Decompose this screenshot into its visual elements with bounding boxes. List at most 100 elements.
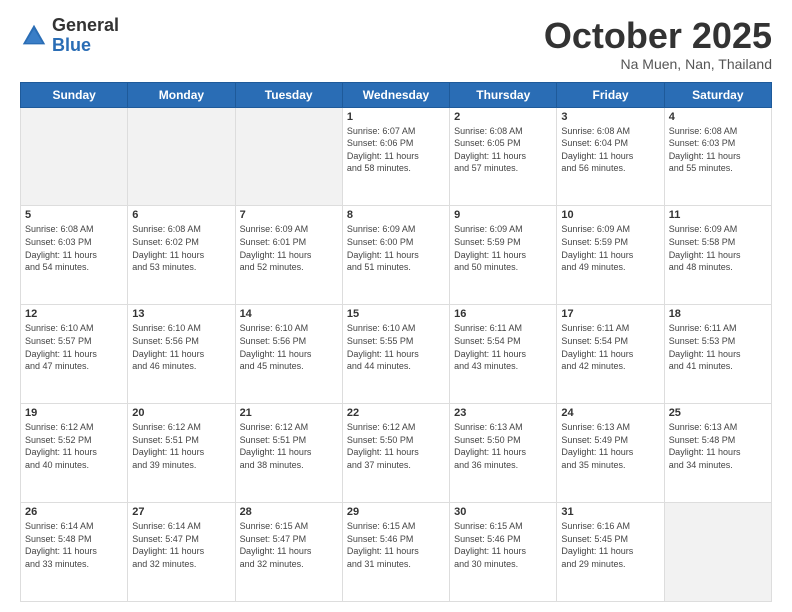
- calendar-cell: 10 Sunrise: 6:09 AM Sunset: 5:59 PM Dayli…: [557, 206, 664, 305]
- calendar-cell: [21, 107, 128, 206]
- calendar-cell: 22 Sunrise: 6:12 AM Sunset: 5:50 PM Dayli…: [342, 404, 449, 503]
- calendar-cell: 9 Sunrise: 6:09 AM Sunset: 5:59 PM Daylig…: [450, 206, 557, 305]
- day-info: Sunrise: 6:08 AM Sunset: 6:04 PM Dayligh…: [561, 125, 659, 175]
- day-number: 26: [25, 506, 123, 518]
- calendar-week-1: 5Sunrise: 6:08 AM Sunset: 6:03 PM Daylig…: [21, 206, 772, 305]
- day-number: 22: [347, 407, 445, 419]
- calendar-cell: 28 Sunrise: 6:15 AM Sunset: 5:47 PM Dayli…: [235, 503, 342, 602]
- calendar-cell: 11 Sunrise: 6:09 AM Sunset: 5:58 PM Dayli…: [664, 206, 771, 305]
- weekday-header-wednesday: Wednesday: [342, 82, 449, 107]
- day-number: 3: [561, 111, 659, 123]
- day-info: Sunrise: 6:13 AM Sunset: 5:49 PM Dayligh…: [561, 421, 659, 471]
- day-info: Sunrise: 6:11 AM Sunset: 5:53 PM Dayligh…: [669, 322, 767, 372]
- calendar-cell: 20Sunrise: 6:12 AM Sunset: 5:51 PM Dayli…: [128, 404, 235, 503]
- calendar-cell: 30Sunrise: 6:15 AM Sunset: 5:46 PM Dayli…: [450, 503, 557, 602]
- day-number: 8: [347, 209, 445, 221]
- day-number: 24: [561, 407, 659, 419]
- day-number: 17: [561, 308, 659, 320]
- day-number: 1: [347, 111, 445, 123]
- calendar-cell: 2Sunrise: 6:08 AM Sunset: 6:05 PM Daylig…: [450, 107, 557, 206]
- calendar-week-2: 12 Sunrise: 6:10 AM Sunset: 5:57 PM Dayli…: [21, 305, 772, 404]
- weekday-header-tuesday: Tuesday: [235, 82, 342, 107]
- calendar-cell: 29 Sunrise: 6:15 AM Sunset: 5:46 PM Dayli…: [342, 503, 449, 602]
- logo-text: General Blue: [52, 16, 119, 56]
- calendar-cell: 27Sunrise: 6:14 AM Sunset: 5:47 PM Dayli…: [128, 503, 235, 602]
- calendar-cell: 26 Sunrise: 6:14 AM Sunset: 5:48 PM Dayli…: [21, 503, 128, 602]
- day-info: Sunrise: 6:11 AM Sunset: 5:54 PM Dayligh…: [561, 322, 659, 372]
- day-number: 30: [454, 506, 552, 518]
- day-number: 11: [669, 209, 767, 221]
- day-info: Sunrise: 6:10 AM Sunset: 5:55 PM Dayligh…: [347, 322, 445, 372]
- calendar-cell: 6 Sunrise: 6:08 AM Sunset: 6:02 PM Daylig…: [128, 206, 235, 305]
- day-info: Sunrise: 6:14 AM Sunset: 5:48 PM Dayligh…: [25, 520, 123, 570]
- title-block: October 2025 Na Muen, Nan, Thailand: [544, 16, 772, 72]
- calendar-table: SundayMondayTuesdayWednesdayThursdayFrid…: [20, 82, 772, 602]
- calendar-cell: 15Sunrise: 6:10 AM Sunset: 5:55 PM Dayli…: [342, 305, 449, 404]
- day-number: 19: [25, 407, 123, 419]
- weekday-header-friday: Friday: [557, 82, 664, 107]
- calendar-cell: 13 Sunrise: 6:10 AM Sunset: 5:56 PM Dayli…: [128, 305, 235, 404]
- weekday-header-sunday: Sunday: [21, 82, 128, 107]
- day-info: Sunrise: 6:09 AM Sunset: 5:59 PM Dayligh…: [454, 223, 552, 273]
- day-info: Sunrise: 6:13 AM Sunset: 5:48 PM Dayligh…: [669, 421, 767, 471]
- calendar-cell: [235, 107, 342, 206]
- logo-icon: [20, 22, 48, 50]
- day-number: 13: [132, 308, 230, 320]
- weekday-header-row: SundayMondayTuesdayWednesdayThursdayFrid…: [21, 82, 772, 107]
- weekday-header-saturday: Saturday: [664, 82, 771, 107]
- month-title: October 2025: [544, 16, 772, 56]
- day-info: Sunrise: 6:14 AM Sunset: 5:47 PM Dayligh…: [132, 520, 230, 570]
- day-number: 31: [561, 506, 659, 518]
- day-info: Sunrise: 6:12 AM Sunset: 5:50 PM Dayligh…: [347, 421, 445, 471]
- day-info: Sunrise: 6:16 AM Sunset: 5:45 PM Dayligh…: [561, 520, 659, 570]
- day-info: Sunrise: 6:08 AM Sunset: 6:02 PM Dayligh…: [132, 223, 230, 273]
- calendar-cell: 21Sunrise: 6:12 AM Sunset: 5:51 PM Dayli…: [235, 404, 342, 503]
- day-number: 21: [240, 407, 338, 419]
- day-number: 10: [561, 209, 659, 221]
- calendar-week-3: 19 Sunrise: 6:12 AM Sunset: 5:52 PM Dayli…: [21, 404, 772, 503]
- day-info: Sunrise: 6:12 AM Sunset: 5:51 PM Dayligh…: [132, 421, 230, 471]
- calendar-cell: 16 Sunrise: 6:11 AM Sunset: 5:54 PM Dayli…: [450, 305, 557, 404]
- day-number: 25: [669, 407, 767, 419]
- calendar-week-4: 26 Sunrise: 6:14 AM Sunset: 5:48 PM Dayli…: [21, 503, 772, 602]
- day-info: Sunrise: 6:08 AM Sunset: 6:03 PM Dayligh…: [669, 125, 767, 175]
- day-info: Sunrise: 6:11 AM Sunset: 5:54 PM Dayligh…: [454, 322, 552, 372]
- calendar-cell: 23Sunrise: 6:13 AM Sunset: 5:50 PM Dayli…: [450, 404, 557, 503]
- calendar-cell: 25 Sunrise: 6:13 AM Sunset: 5:48 PM Dayli…: [664, 404, 771, 503]
- calendar-cell: 4Sunrise: 6:08 AM Sunset: 6:03 PM Daylig…: [664, 107, 771, 206]
- calendar-cell: 14Sunrise: 6:10 AM Sunset: 5:56 PM Dayli…: [235, 305, 342, 404]
- day-number: 18: [669, 308, 767, 320]
- day-number: 12: [25, 308, 123, 320]
- weekday-header-thursday: Thursday: [450, 82, 557, 107]
- day-info: Sunrise: 6:10 AM Sunset: 5:56 PM Dayligh…: [132, 322, 230, 372]
- day-number: 6: [132, 209, 230, 221]
- day-info: Sunrise: 6:12 AM Sunset: 5:52 PM Dayligh…: [25, 421, 123, 471]
- logo-general: General: [52, 16, 119, 36]
- calendar-cell: 7Sunrise: 6:09 AM Sunset: 6:01 PM Daylig…: [235, 206, 342, 305]
- location: Na Muen, Nan, Thailand: [544, 56, 772, 72]
- day-info: Sunrise: 6:09 AM Sunset: 5:59 PM Dayligh…: [561, 223, 659, 273]
- day-info: Sunrise: 6:10 AM Sunset: 5:57 PM Dayligh…: [25, 322, 123, 372]
- calendar-cell: 18 Sunrise: 6:11 AM Sunset: 5:53 PM Dayli…: [664, 305, 771, 404]
- day-info: Sunrise: 6:09 AM Sunset: 5:58 PM Dayligh…: [669, 223, 767, 273]
- calendar-cell: 3 Sunrise: 6:08 AM Sunset: 6:04 PM Daylig…: [557, 107, 664, 206]
- page: General Blue October 2025 Na Muen, Nan, …: [0, 0, 792, 612]
- calendar-week-0: 1 Sunrise: 6:07 AM Sunset: 6:06 PM Daylig…: [21, 107, 772, 206]
- day-info: Sunrise: 6:08 AM Sunset: 6:03 PM Dayligh…: [25, 223, 123, 273]
- calendar-cell: 1 Sunrise: 6:07 AM Sunset: 6:06 PM Daylig…: [342, 107, 449, 206]
- day-number: 28: [240, 506, 338, 518]
- calendar-cell: 24 Sunrise: 6:13 AM Sunset: 5:49 PM Dayli…: [557, 404, 664, 503]
- day-number: 16: [454, 308, 552, 320]
- calendar-cell: 5Sunrise: 6:08 AM Sunset: 6:03 PM Daylig…: [21, 206, 128, 305]
- day-number: 2: [454, 111, 552, 123]
- day-info: Sunrise: 6:09 AM Sunset: 6:01 PM Dayligh…: [240, 223, 338, 273]
- day-number: 29: [347, 506, 445, 518]
- day-info: Sunrise: 6:13 AM Sunset: 5:50 PM Dayligh…: [454, 421, 552, 471]
- day-info: Sunrise: 6:15 AM Sunset: 5:46 PM Dayligh…: [347, 520, 445, 570]
- day-number: 9: [454, 209, 552, 221]
- day-info: Sunrise: 6:07 AM Sunset: 6:06 PM Dayligh…: [347, 125, 445, 175]
- day-number: 14: [240, 308, 338, 320]
- calendar-cell: 17 Sunrise: 6:11 AM Sunset: 5:54 PM Dayli…: [557, 305, 664, 404]
- calendar-cell: [664, 503, 771, 602]
- day-info: Sunrise: 6:15 AM Sunset: 5:47 PM Dayligh…: [240, 520, 338, 570]
